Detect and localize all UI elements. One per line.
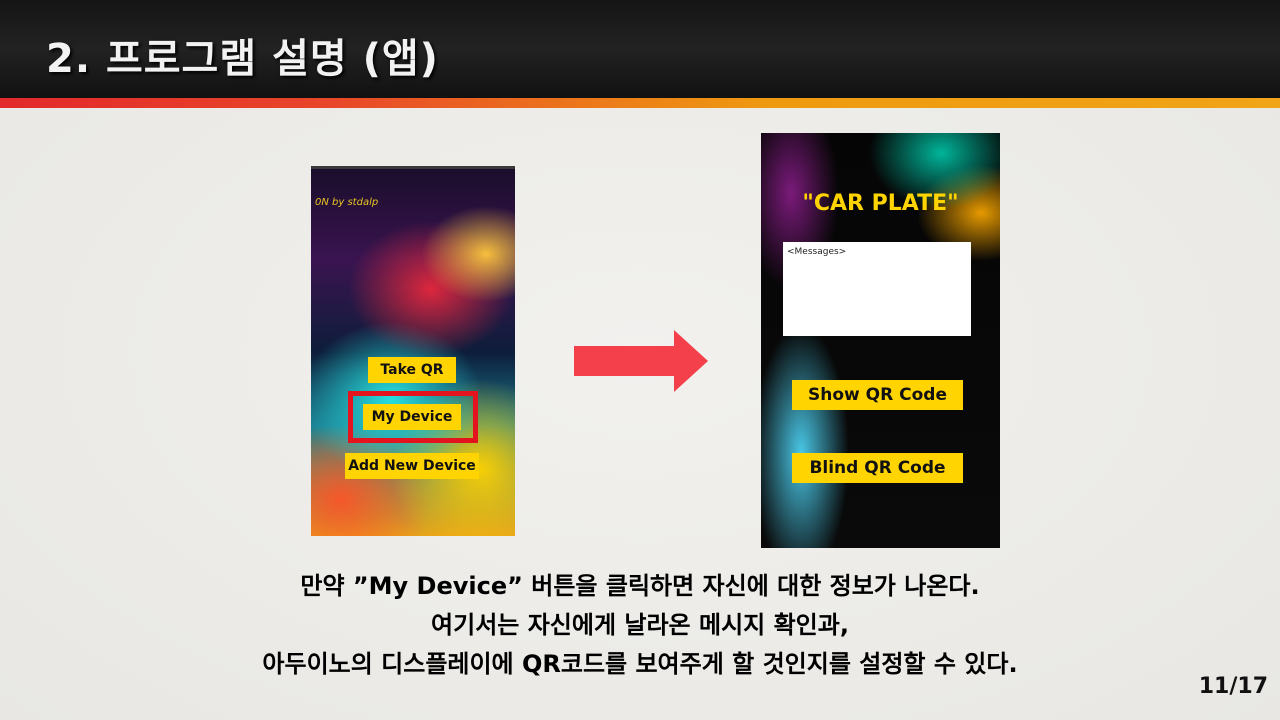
messages-box[interactable]: <Messages> (783, 242, 971, 336)
show-qr-code-button[interactable]: Show QR Code (792, 380, 963, 410)
add-new-device-button[interactable]: Add New Device (345, 453, 479, 479)
highlight-box (348, 391, 478, 443)
app-screenshot-my-device: "CAR PLATE" <Messages> Show QR Code Blin… (761, 133, 1000, 548)
car-plate-title: "CAR PLATE" (802, 191, 959, 216)
caption-line-2: 여기서는 자신에게 날라온 메시지 확인과, (431, 611, 849, 639)
right-arrow-icon (574, 330, 708, 392)
messages-placeholder: <Messages> (787, 247, 847, 257)
take-qr-button[interactable]: Take QR (368, 357, 456, 383)
header-stripe (0, 98, 1280, 108)
caption-line-3: 아두이노의 디스플레이에 QR코드를 보여주게 할 것인지를 설정할 수 있다. (262, 650, 1018, 678)
app-screenshot-main-menu: 0N by stdalp Take QR My Device Add New D… (311, 166, 515, 536)
slide-header: 2. 프로그램 설명 (앱) (0, 0, 1280, 98)
slide-title: 2. 프로그램 설명 (앱) (46, 36, 439, 82)
caption-line-1: 만약 ”My Device” 버튼을 클릭하면 자신에 대한 정보가 나온다. (300, 572, 980, 600)
blind-qr-code-button[interactable]: Blind QR Code (792, 453, 963, 483)
page-number: 11/17 (1198, 674, 1268, 699)
app-credit-text: 0N by stdalp (315, 197, 379, 208)
